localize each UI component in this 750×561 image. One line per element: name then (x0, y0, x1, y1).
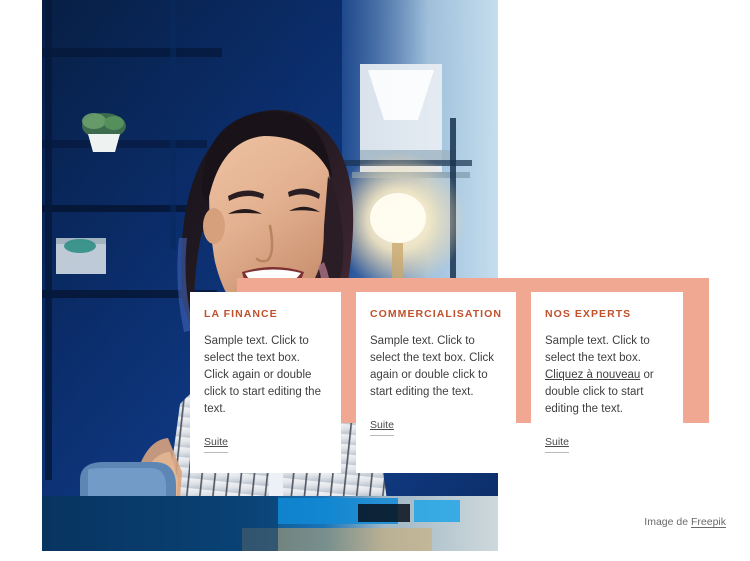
card-body: Sample text. Click to select the text bo… (370, 333, 502, 401)
card-body-text-lead: Sample text. Click to select the text bo… (545, 334, 650, 364)
image-credit-prefix: Image de (644, 516, 691, 528)
card-title: COMMERCIALISATION (370, 308, 502, 320)
card-more-link[interactable]: Suite (545, 436, 569, 453)
card-more-wrap: Suite (204, 432, 327, 453)
card-more-link[interactable]: Suite (204, 436, 228, 453)
card-body-inline-link[interactable]: Cliquez à nouveau (545, 369, 640, 381)
card-body: Sample text. Click to select the text bo… (545, 333, 669, 418)
card-more-wrap: Suite (545, 432, 669, 453)
card-body: Sample text. Click to select the text bo… (204, 333, 327, 418)
card-title: LA FINANCE (204, 308, 278, 320)
feature-card-experts[interactable]: NOS EXPERTS Sample text. Click to select… (531, 292, 683, 453)
card-inner: NOS EXPERTS Sample text. Click to select… (531, 292, 683, 453)
card-inner: COMMERCIALISATION Sample text. Click to … (356, 292, 516, 436)
image-credit-link[interactable]: Freepik (691, 516, 726, 528)
card-title: NOS EXPERTS (545, 308, 632, 320)
card-more-wrap: Suite (370, 415, 502, 436)
feature-card-finance[interactable]: LA FINANCE Sample text. Click to select … (190, 292, 341, 473)
card-more-link[interactable]: Suite (370, 419, 394, 436)
card-body-text: Sample text. Click to select the text bo… (370, 334, 494, 398)
card-body-text: Sample text. Click to select the text bo… (204, 334, 321, 415)
page-root: LA FINANCE Sample text. Click to select … (0, 0, 750, 561)
feature-card-commercialisation[interactable]: COMMERCIALISATION Sample text. Click to … (356, 292, 516, 473)
card-inner: LA FINANCE Sample text. Click to select … (190, 292, 341, 453)
image-credit: Image de Freepik (644, 515, 726, 529)
